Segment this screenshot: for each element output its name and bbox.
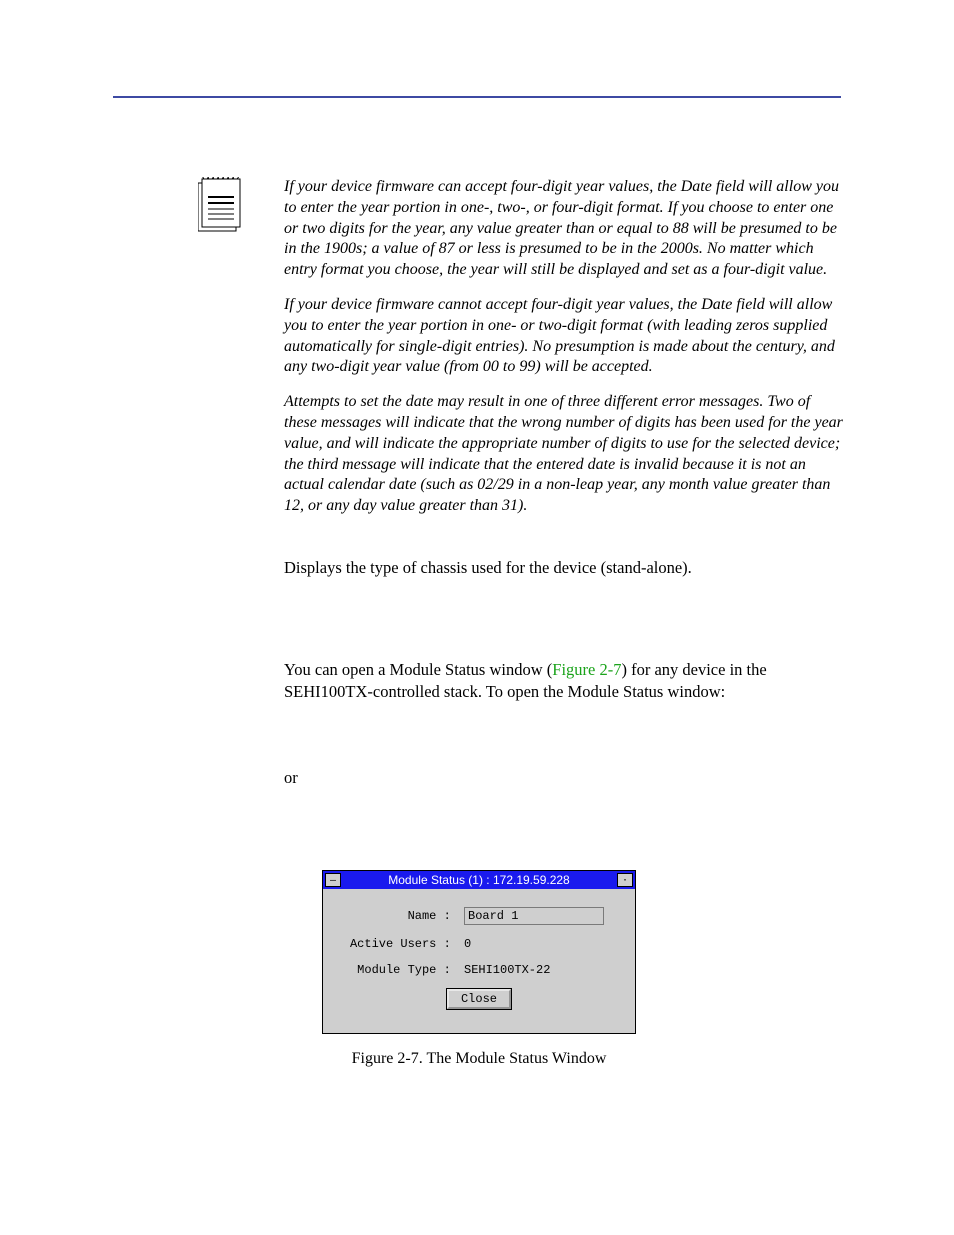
module-type-label: Module Type :: [343, 963, 458, 977]
instruction-pre: You can open a Module Status window (: [284, 660, 552, 679]
header-rule: [113, 96, 841, 98]
chassis-description: Displays the type of chassis used for th…: [284, 557, 844, 579]
window-title: Module Status (1) : 172.19.59.228: [341, 873, 617, 887]
active-users-value: 0: [464, 937, 471, 951]
open-window-instruction: You can open a Module Status window (Fig…: [284, 659, 844, 704]
note-paragraph-1: If your device firmware can accept four-…: [284, 177, 844, 281]
window-titlebar: — Module Status (1) : 172.19.59.228 ·: [323, 871, 635, 889]
figure-caption: Figure 2-7. The Module Status Window: [322, 1050, 636, 1068]
note-paragraph-2: If your device firmware cannot accept fo…: [284, 295, 844, 378]
module-status-window-figure: — Module Status (1) : 172.19.59.228 · Na…: [322, 870, 636, 1068]
module-type-row: Module Type : SEHI100TX-22: [343, 963, 615, 977]
or-separator: or: [284, 768, 844, 788]
module-type-value: SEHI100TX-22: [464, 963, 550, 977]
note-paragraph-3: Attempts to set the date may result in o…: [284, 392, 844, 517]
page: If your device firmware can accept four-…: [0, 0, 954, 1235]
name-input[interactable]: Board 1: [464, 907, 604, 925]
active-users-label: Active Users :: [343, 937, 458, 951]
window-body: Name : Board 1 Active Users : 0 Module T…: [323, 889, 635, 1033]
name-label: Name :: [343, 909, 458, 923]
window-control-icon[interactable]: ·: [617, 873, 633, 887]
close-button[interactable]: Close: [447, 989, 511, 1009]
window-frame: — Module Status (1) : 172.19.59.228 · Na…: [322, 870, 636, 1034]
system-menu-icon[interactable]: —: [325, 873, 341, 887]
active-users-row: Active Users : 0: [343, 937, 615, 951]
figure-reference-link[interactable]: Figure 2-7: [552, 660, 621, 679]
name-field-row: Name : Board 1: [343, 907, 615, 925]
body-column: If your device firmware can accept four-…: [284, 177, 844, 788]
note-icon: [198, 177, 242, 233]
